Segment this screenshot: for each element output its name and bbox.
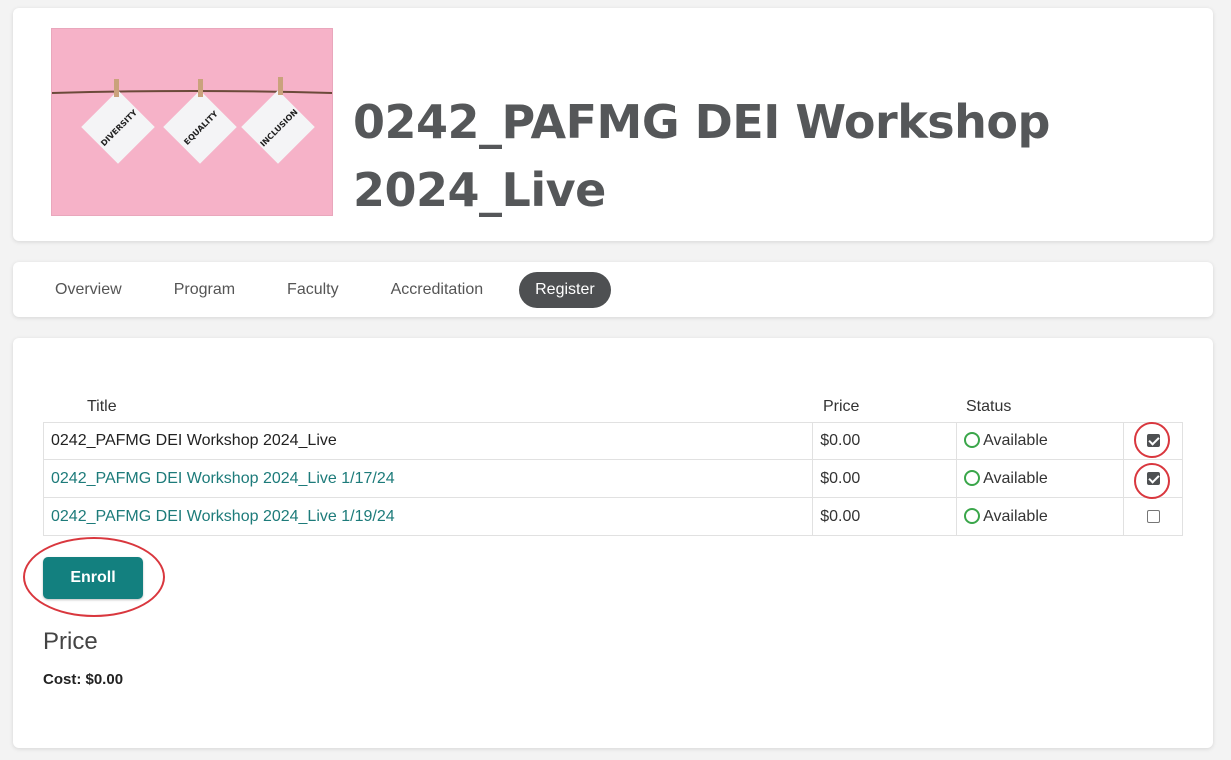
column-status: Status <box>966 398 1012 415</box>
course-image: DIVERSITY EQUALITY INCLUSION <box>51 28 333 216</box>
tab-accreditation[interactable]: Accreditation <box>375 272 500 308</box>
column-price: Price <box>823 398 860 415</box>
tab-register[interactable]: Register <box>519 272 611 308</box>
status-text: Available <box>983 432 1048 449</box>
page-title: 0242_PAFMG DEI Workshop 2024_Live <box>353 95 1050 217</box>
table-header: Title Price Status <box>43 396 1183 422</box>
row-price: $0.00 <box>812 497 958 536</box>
row-status: Available <box>956 497 1125 536</box>
row-select-cell <box>1123 459 1183 498</box>
row-status: Available <box>956 459 1125 498</box>
column-title: Title <box>87 398 117 415</box>
registration-panel: Title Price Status 0242_PAFMG DEI Worksh… <box>13 338 1213 748</box>
tab-bar: Overview Program Faculty Accreditation R… <box>13 262 1213 317</box>
tab-program[interactable]: Program <box>158 272 251 308</box>
table-row: 0242_PAFMG DEI Workshop 2024_Live 1/17/2… <box>42 459 1183 498</box>
registration-table: 0242_PAFMG DEI Workshop 2024_Live $0.00 … <box>42 422 1183 536</box>
tab-faculty[interactable]: Faculty <box>271 272 355 308</box>
row-price: $0.00 <box>812 422 958 460</box>
row-select-cell <box>1123 497 1183 536</box>
row-status: Available <box>956 422 1125 460</box>
row-price: $0.00 <box>812 459 958 498</box>
available-icon <box>964 469 981 486</box>
tab-overview[interactable]: Overview <box>39 272 138 308</box>
status-text: Available <box>983 469 1048 487</box>
table-row: 0242_PAFMG DEI Workshop 2024_Live $0.00 … <box>42 422 1183 460</box>
table-row: 0242_PAFMG DEI Workshop 2024_Live 1/19/2… <box>42 497 1183 536</box>
row-title-link[interactable]: 0242_PAFMG DEI Workshop 2024_Live 1/17/2… <box>42 459 814 498</box>
price-heading: Price <box>43 628 98 655</box>
cost-text: Cost: $0.00 <box>43 671 124 688</box>
select-checkbox[interactable] <box>1146 471 1160 485</box>
select-checkbox[interactable] <box>1146 434 1160 448</box>
select-checkbox[interactable] <box>1146 509 1160 523</box>
enroll-button[interactable]: Enroll <box>43 557 143 599</box>
row-title-link[interactable]: 0242_PAFMG DEI Workshop 2024_Live 1/19/2… <box>42 497 814 536</box>
row-title: 0242_PAFMG DEI Workshop 2024_Live <box>42 422 814 460</box>
row-select-cell <box>1123 422 1183 460</box>
course-header: DIVERSITY EQUALITY INCLUSION 0242_PAFMG … <box>13 8 1213 241</box>
available-icon <box>964 432 981 448</box>
status-text: Available <box>983 507 1048 525</box>
available-icon <box>964 507 981 524</box>
